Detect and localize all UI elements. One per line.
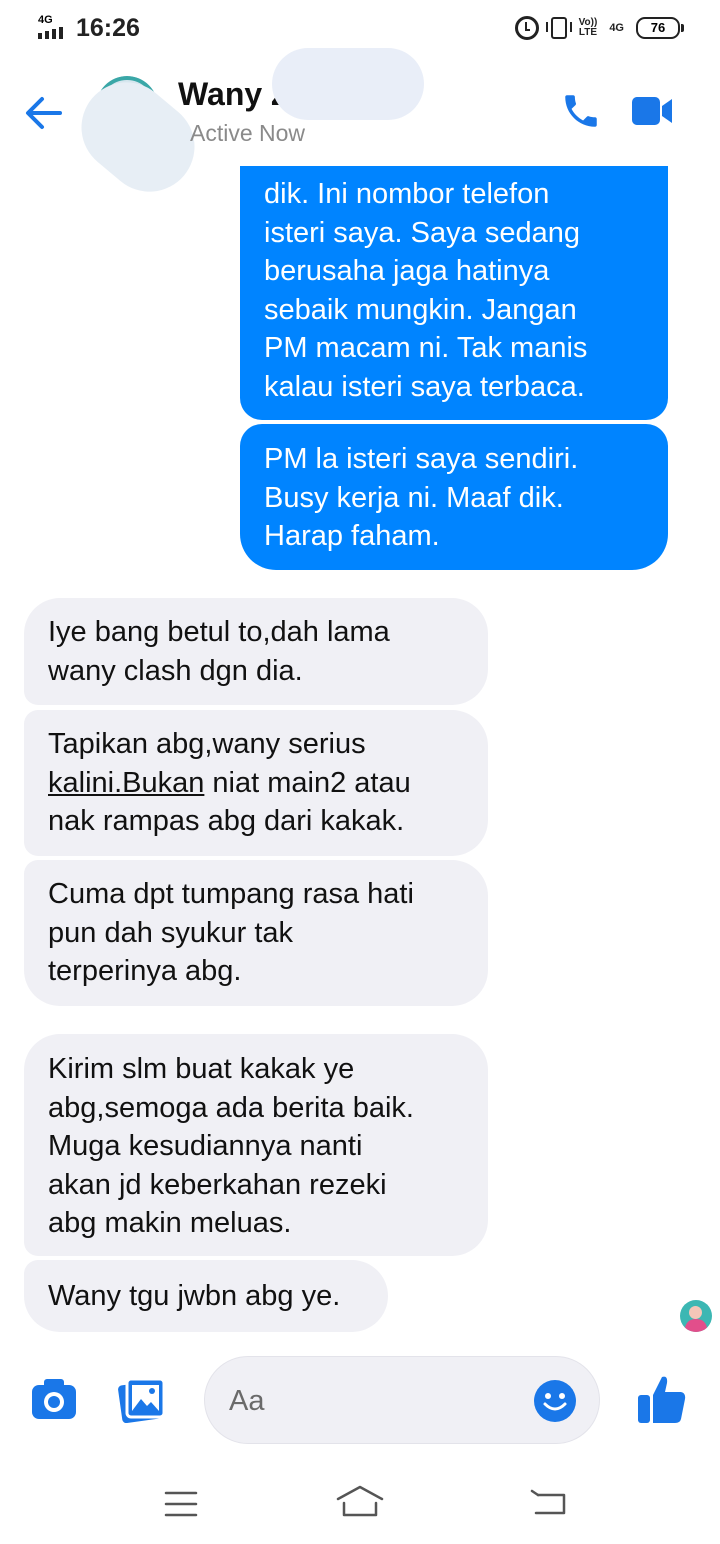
message-line: pun dah syukur tak <box>48 916 294 949</box>
message-line: abg makin meluas. <box>48 1207 292 1239</box>
message-line: dik. Ini nombor telefon <box>264 178 550 210</box>
message-input-placeholder: Aa <box>229 1385 265 1417</box>
arrow-left-icon[interactable] <box>24 96 64 130</box>
thumbs-up-icon[interactable] <box>636 1373 688 1425</box>
menu-icon[interactable] <box>164 1491 198 1517</box>
blur-overlay <box>272 48 424 120</box>
message-line: akan jd keberkahan rezeki <box>48 1168 387 1201</box>
message-outgoing[interactable]: PM la isteri saya sendiri. Busy kerja ni… <box>240 424 668 570</box>
message-line: berusaha jaga hatinya <box>264 255 550 287</box>
system-nav-bar <box>0 1455 720 1544</box>
phone-icon[interactable] <box>560 90 602 132</box>
message-line: isteri saya. Saya sedang <box>264 216 580 249</box>
gallery-icon[interactable] <box>118 1377 166 1423</box>
message-incoming[interactable]: Iye bang betul to,dah lama wany clash dg… <box>24 598 488 705</box>
message-line: Wany tgu jwbn abg ye. <box>48 1280 341 1312</box>
message-link[interactable]: kalini.Bukan <box>48 767 204 799</box>
message-line: PM macam ni. Tak manis <box>264 332 588 364</box>
back-icon[interactable] <box>530 1489 568 1517</box>
message-line: kalini.Bukan niat main2 atau <box>48 764 464 803</box>
message-line: wany clash dgn dia. <box>48 654 303 687</box>
message-line: Tapikan abg,wany serius <box>48 728 366 760</box>
message-line: Busy kerja ni. Maaf dik. <box>264 481 564 514</box>
message-incoming[interactable]: Wany tgu jwbn abg ye. <box>24 1260 388 1332</box>
message-line: PM la isteri saya sendiri. <box>264 443 579 475</box>
message-line: Kirim slm buat kakak ye <box>48 1053 355 1085</box>
message-line: Harap faham. <box>264 520 440 552</box>
composer: Aa <box>0 1345 720 1455</box>
presence-status: Active Now <box>190 120 306 146</box>
message-line: Cuma dpt tumpang rasa hati <box>48 878 414 910</box>
message-thread[interactable]: dik. Ini nombor telefon isteri saya. Say… <box>0 0 720 1345</box>
emoji-icon[interactable] <box>533 1379 577 1423</box>
camera-icon[interactable] <box>30 1377 78 1421</box>
message-line: sebaik mungkin. Jangan <box>264 293 577 326</box>
message-line: abg,semoga ada berita baik. <box>48 1091 414 1124</box>
message-line: kalau isteri saya terbaca. <box>264 370 585 403</box>
read-receipt-avatar <box>680 1300 712 1332</box>
message-incoming[interactable]: Cuma dpt tumpang rasa hati pun dah syuku… <box>24 860 488 1006</box>
message-incoming[interactable]: Kirim slm buat kakak ye abg,semoga ada b… <box>24 1034 488 1256</box>
message-outgoing[interactable]: dik. Ini nombor telefon isteri saya. Say… <box>240 130 668 420</box>
video-camera-icon[interactable] <box>630 94 674 128</box>
message-line: terperinya abg. <box>48 955 242 987</box>
message-line: Muga kesudiannya nanti <box>48 1130 363 1162</box>
message-incoming[interactable]: Tapikan abg,wany serius kalini.Bukan nia… <box>24 710 488 856</box>
home-icon[interactable] <box>336 1485 384 1517</box>
message-input[interactable]: Aa <box>204 1356 600 1444</box>
chat-header: Wany Z Active Now <box>0 48 720 211</box>
message-line: Iye bang betul to,dah lama <box>48 616 390 648</box>
message-line-rest: niat main2 atau <box>204 766 411 799</box>
message-line: nak rampas abg dari kakak. <box>48 805 405 837</box>
